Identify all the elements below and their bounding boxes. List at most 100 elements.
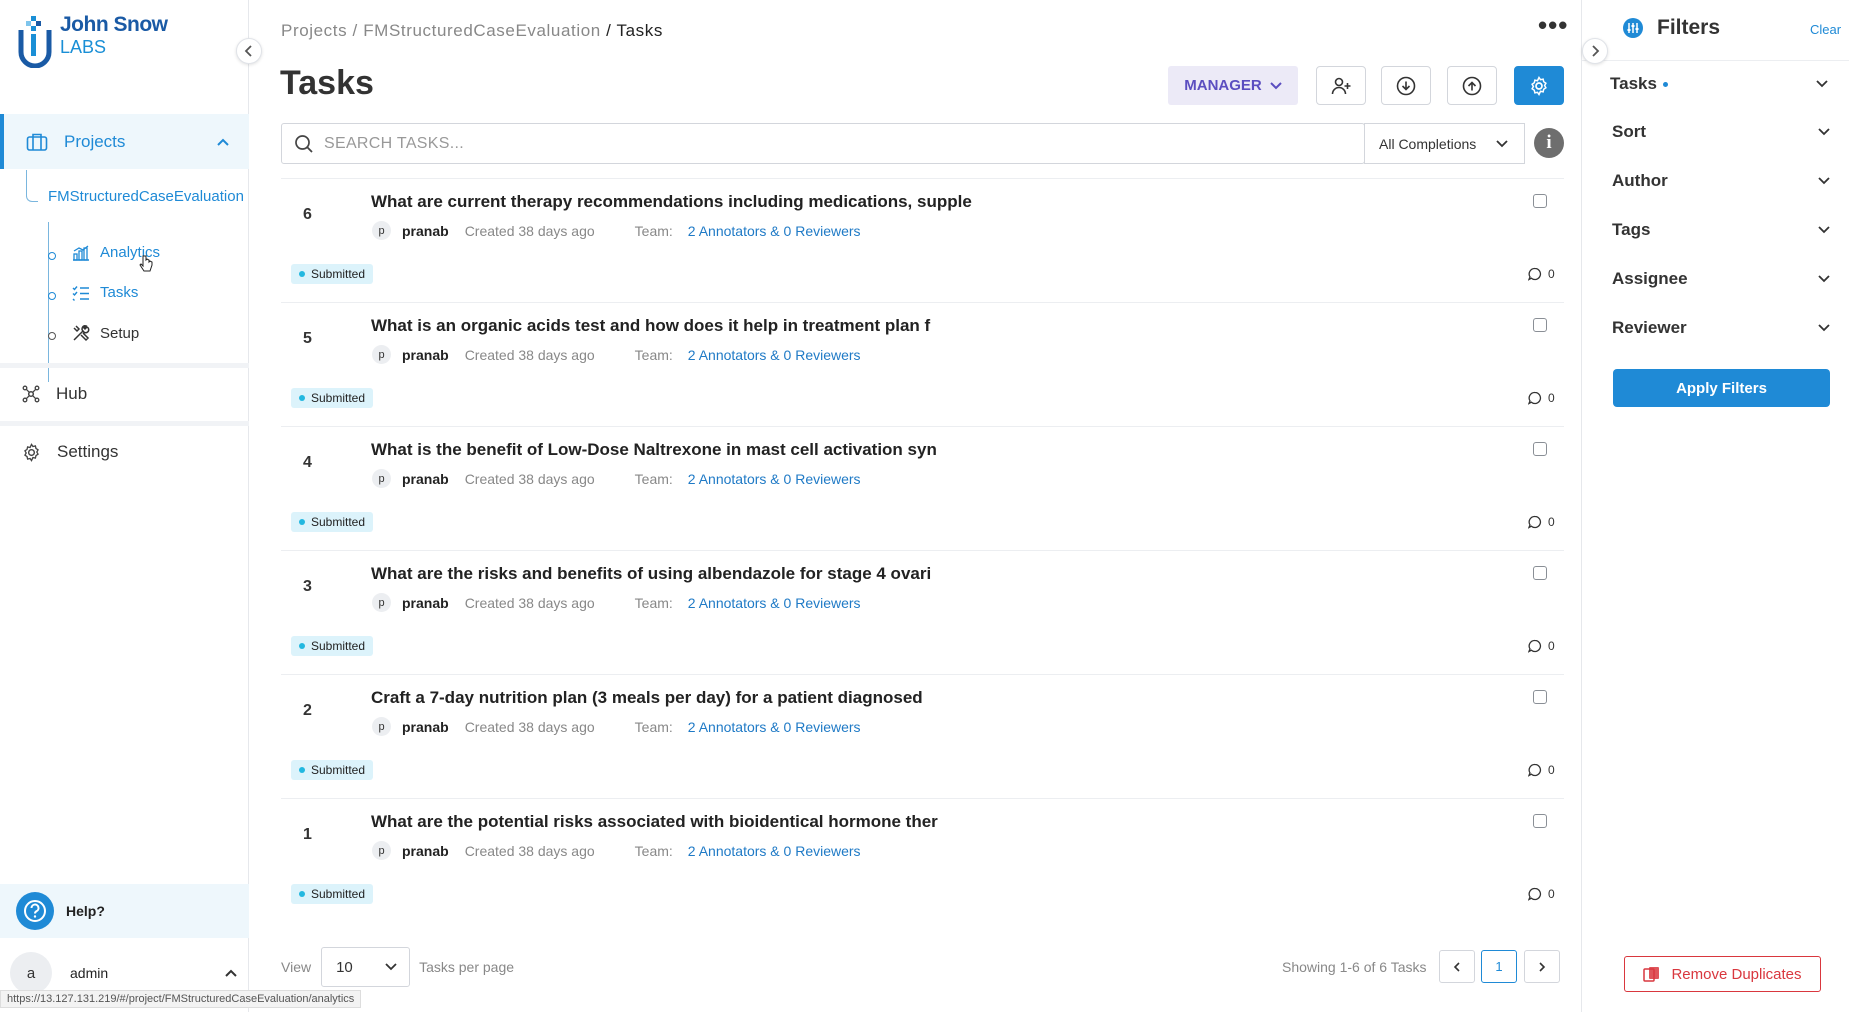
chevron-down-icon (1496, 139, 1508, 147)
nav-hub[interactable]: Hub (0, 368, 249, 420)
info-icon[interactable]: i (1534, 128, 1564, 158)
clear-filters-link[interactable]: Clear (1810, 22, 1841, 37)
search-input[interactable] (324, 134, 1324, 153)
task-checkbox[interactable] (1533, 690, 1547, 704)
filter-section-author[interactable]: Author (1612, 171, 1830, 191)
task-checkbox[interactable] (1533, 814, 1547, 828)
chevron-up-icon[interactable] (216, 137, 230, 147)
import-button[interactable] (1447, 66, 1497, 105)
per-page-select[interactable]: 10 (321, 947, 411, 987)
duplicate-remove-icon (1643, 967, 1660, 982)
completions-filter-dropdown[interactable]: All Completions (1364, 123, 1525, 164)
comment-count[interactable]: 0 (1528, 763, 1555, 777)
nav-projects[interactable]: Projects (0, 114, 249, 169)
team-link[interactable]: 2 Annotators & 0 Reviewers (688, 223, 861, 239)
next-page-button[interactable] (1524, 950, 1560, 983)
comment-count[interactable]: 0 (1528, 887, 1555, 901)
role-dropdown[interactable]: MANAGER (1168, 66, 1298, 105)
task-title[interactable]: What are current therapy recommendations… (371, 192, 972, 212)
task-row[interactable]: 2 Craft a 7-day nutrition plan (3 meals … (281, 674, 1564, 798)
breadcrumb-projects[interactable]: Projects (281, 21, 347, 40)
chevron-down-icon (1818, 128, 1830, 136)
task-title[interactable]: What is an organic acids test and how do… (371, 316, 930, 336)
remove-duplicates-button[interactable]: Remove Duplicates (1624, 956, 1821, 992)
sidebar-item-setup[interactable]: Setup (48, 324, 140, 342)
task-id: 6 (303, 206, 312, 223)
app-root: John Snow LABS Projects FMStructuredCase… (0, 0, 1849, 1012)
task-checkbox[interactable] (1533, 194, 1547, 208)
view-label: View (281, 959, 312, 975)
sidebar: John Snow LABS Projects FMStructuredCase… (0, 0, 249, 1012)
apply-filters-button[interactable]: Apply Filters (1613, 369, 1830, 407)
logo-icon (18, 16, 52, 68)
pointer-cursor-icon (139, 255, 153, 272)
project-tree-item[interactable]: FMStructuredCaseEvaluation (48, 186, 248, 207)
task-title[interactable]: What are the potential risks associated … (371, 812, 938, 832)
collapse-sidebar-button[interactable] (236, 38, 262, 64)
task-created: Created 38 days ago (464, 470, 595, 487)
task-title[interactable]: What is the benefit of Low-Dose Naltrexo… (371, 440, 937, 460)
team-label: Team: (634, 470, 673, 487)
pagination: View 10 Tasks per page Showing 1-6 of 6 … (281, 947, 1564, 987)
prev-page-button[interactable] (1439, 950, 1475, 983)
nav-settings[interactable]: Settings (0, 426, 249, 478)
brand-logo[interactable]: John Snow LABS (18, 14, 168, 68)
team-link[interactable]: 2 Annotators & 0 Reviewers (688, 719, 861, 735)
per-page-label: Tasks per page (419, 959, 515, 975)
add-team-member-button[interactable] (1316, 66, 1366, 105)
comment-icon (1528, 763, 1542, 777)
sidebar-item-tasks[interactable]: Tasks (48, 284, 138, 301)
task-row[interactable]: 1 What are the potential risks associate… (281, 798, 1564, 922)
filter-section-sort[interactable]: Sort (1612, 122, 1830, 142)
task-title[interactable]: Craft a 7-day nutrition plan (3 meals pe… (371, 688, 923, 708)
task-checkbox[interactable] (1533, 442, 1547, 456)
avatar: p (372, 221, 391, 240)
filter-section-assignee[interactable]: Assignee (1612, 269, 1830, 289)
task-author: pranab (402, 594, 449, 611)
user-plus-icon (1331, 77, 1351, 94)
comment-count[interactable]: 0 (1528, 515, 1555, 529)
comment-count[interactable]: 0 (1528, 267, 1555, 281)
nav-settings-label: Settings (57, 442, 119, 461)
team-link[interactable]: 2 Annotators & 0 Reviewers (688, 843, 861, 859)
gear-icon (1531, 75, 1547, 96)
filter-section-tasks[interactable]: Tasks (1610, 74, 1828, 94)
collapse-filters-button[interactable] (1582, 38, 1608, 64)
filter-section-tags[interactable]: Tags (1612, 220, 1830, 240)
sidebar-item-label: Setup (100, 324, 140, 342)
chevron-down-icon (1818, 275, 1830, 283)
comment-count[interactable]: 0 (1528, 639, 1555, 653)
team-link[interactable]: 2 Annotators & 0 Reviewers (688, 347, 861, 363)
comment-count[interactable]: 0 (1528, 391, 1555, 405)
task-row[interactable]: 3 What are the risks and benefits of usi… (281, 550, 1564, 674)
gear-icon (24, 442, 39, 462)
task-created: Created 38 days ago (464, 718, 595, 735)
user-name: admin (70, 965, 109, 981)
breadcrumb: Projects / FMStructuredCaseEvaluation / … (281, 21, 663, 40)
team-link[interactable]: 2 Annotators & 0 Reviewers (688, 471, 861, 487)
task-row[interactable]: 4 What is the benefit of Low-Dose Naltre… (281, 426, 1564, 550)
task-row[interactable]: 6 What are current therapy recommendatio… (281, 178, 1564, 302)
export-button[interactable] (1381, 66, 1431, 105)
breadcrumb-project[interactable]: FMStructuredCaseEvaluation (363, 21, 601, 40)
status-badge: Submitted (291, 884, 374, 904)
brand-subname: LABS (60, 37, 107, 57)
filter-section-label: Tags (1612, 220, 1651, 239)
sidebar-item-analytics[interactable]: Analytics (48, 244, 160, 272)
page-number-button[interactable]: 1 (1481, 950, 1517, 983)
task-checkbox[interactable] (1533, 318, 1547, 332)
filter-section-reviewer[interactable]: Reviewer (1612, 318, 1830, 338)
chevron-up-icon[interactable] (224, 968, 238, 978)
task-title[interactable]: What are the risks and benefits of using… (371, 564, 931, 584)
status-badge: Submitted (291, 264, 374, 284)
task-created: Created 38 days ago (464, 222, 595, 239)
help-button[interactable]: Help? (0, 884, 249, 938)
task-row[interactable]: 5 What is an organic acids test and how … (281, 302, 1564, 426)
settings-button[interactable] (1514, 66, 1564, 105)
remove-duplicates-label: Remove Duplicates (1671, 965, 1802, 983)
status-badge: Submitted (291, 636, 374, 656)
more-options-icon[interactable]: ••• (1538, 10, 1568, 41)
upload-circle-icon (1462, 76, 1482, 95)
task-checkbox[interactable] (1533, 566, 1547, 580)
team-link[interactable]: 2 Annotators & 0 Reviewers (688, 595, 861, 611)
